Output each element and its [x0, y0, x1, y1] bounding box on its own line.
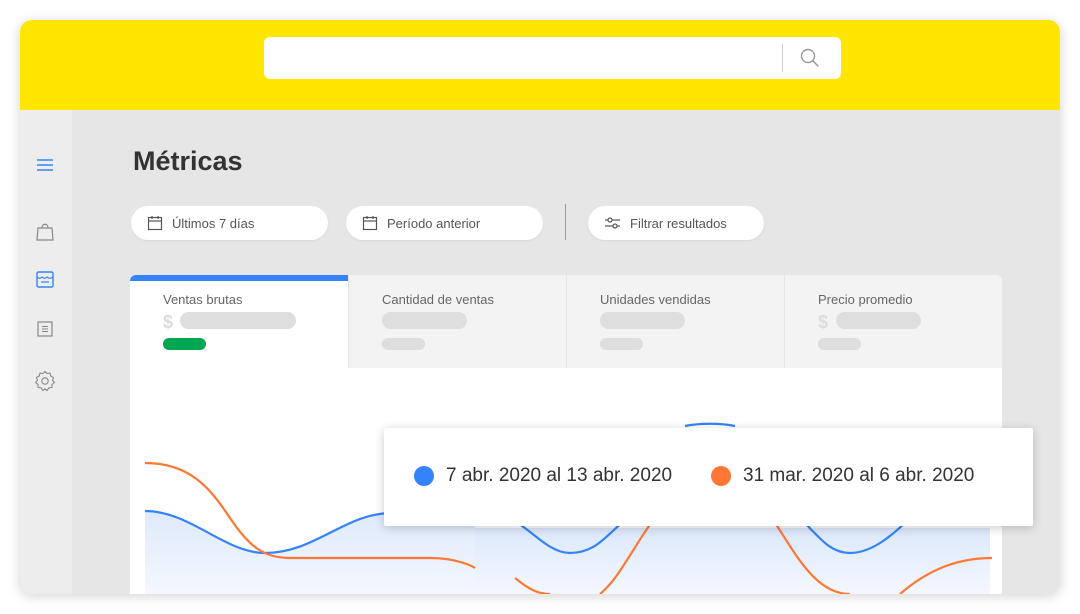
- search-input[interactable]: [278, 45, 778, 71]
- top-bar: [20, 20, 1060, 110]
- value-placeholder: [836, 312, 921, 329]
- active-tab-indicator: [130, 275, 348, 281]
- value-placeholder: [382, 312, 467, 329]
- sliders-icon: [605, 217, 620, 229]
- tab-label: Cantidad de ventas: [382, 292, 495, 307]
- series-dot-icon: [414, 466, 434, 486]
- legend-item-current[interactable]: 7 abr. 2020 al 13 abr. 2020: [414, 465, 672, 487]
- value-placeholder: [600, 312, 685, 329]
- legend-label-current: 7 abr. 2020 al 13 abr. 2020: [446, 465, 673, 486]
- legend-label-previous: 31 mar. 2020 al 6 abr. 2020: [743, 465, 975, 486]
- app-window: Métricas Últimos 7 días Período anterior…: [20, 20, 1060, 594]
- compare-filter-label: Período anterior: [387, 215, 481, 231]
- current-period-line: [684, 422, 736, 428]
- period-filter-button[interactable]: Últimos 7 días: [131, 206, 328, 240]
- compare-filter-button[interactable]: Período anterior: [346, 206, 543, 240]
- shopping-bag-icon[interactable]: [34, 220, 56, 242]
- list-icon[interactable]: [34, 318, 56, 340]
- trend-placeholder: [600, 338, 643, 350]
- gear-icon[interactable]: [34, 370, 56, 392]
- page-title: Métricas: [133, 146, 243, 176]
- tab-label: Precio promedio: [818, 292, 913, 307]
- series-dot-icon: [711, 466, 731, 486]
- filter-results-label: Filtrar resultados: [630, 215, 727, 231]
- calendar-icon: [362, 216, 378, 231]
- tab-label: Ventas brutas: [163, 292, 243, 307]
- menu-icon[interactable]: [34, 154, 56, 176]
- sidebar: [20, 110, 72, 594]
- value-placeholder: [180, 312, 296, 329]
- trend-badge: [163, 338, 206, 350]
- chart-legend: 7 abr. 2020 al 13 abr. 2020 31 mar. 2020…: [384, 428, 1033, 526]
- filter-results-button[interactable]: Filtrar resultados: [588, 206, 764, 240]
- currency-symbol: $: [818, 312, 829, 332]
- trend-placeholder: [382, 338, 425, 350]
- tab-precio-promedio[interactable]: Precio promedio $: [784, 275, 1002, 368]
- calendar-icon: [147, 216, 163, 231]
- trend-placeholder: [818, 338, 861, 350]
- search-box[interactable]: [264, 37, 841, 79]
- search-icon[interactable]: [799, 47, 821, 69]
- tab-cantidad-de-ventas[interactable]: Cantidad de ventas: [348, 275, 566, 368]
- search-divider: [782, 44, 783, 72]
- tab-unidades-vendidas[interactable]: Unidades vendidas: [566, 275, 784, 368]
- metric-tabs: Ventas brutas $ Cantidad de ventas Unida…: [130, 275, 1002, 368]
- legend-item-previous[interactable]: 31 mar. 2020 al 6 abr. 2020: [711, 465, 974, 487]
- currency-symbol: $: [163, 312, 174, 332]
- period-filter-label: Últimos 7 días: [172, 215, 255, 231]
- tab-label: Unidades vendidas: [600, 292, 711, 307]
- tab-ventas-brutas[interactable]: Ventas brutas $: [130, 275, 348, 368]
- store-icon[interactable]: [34, 268, 56, 290]
- filter-separator: [565, 204, 566, 240]
